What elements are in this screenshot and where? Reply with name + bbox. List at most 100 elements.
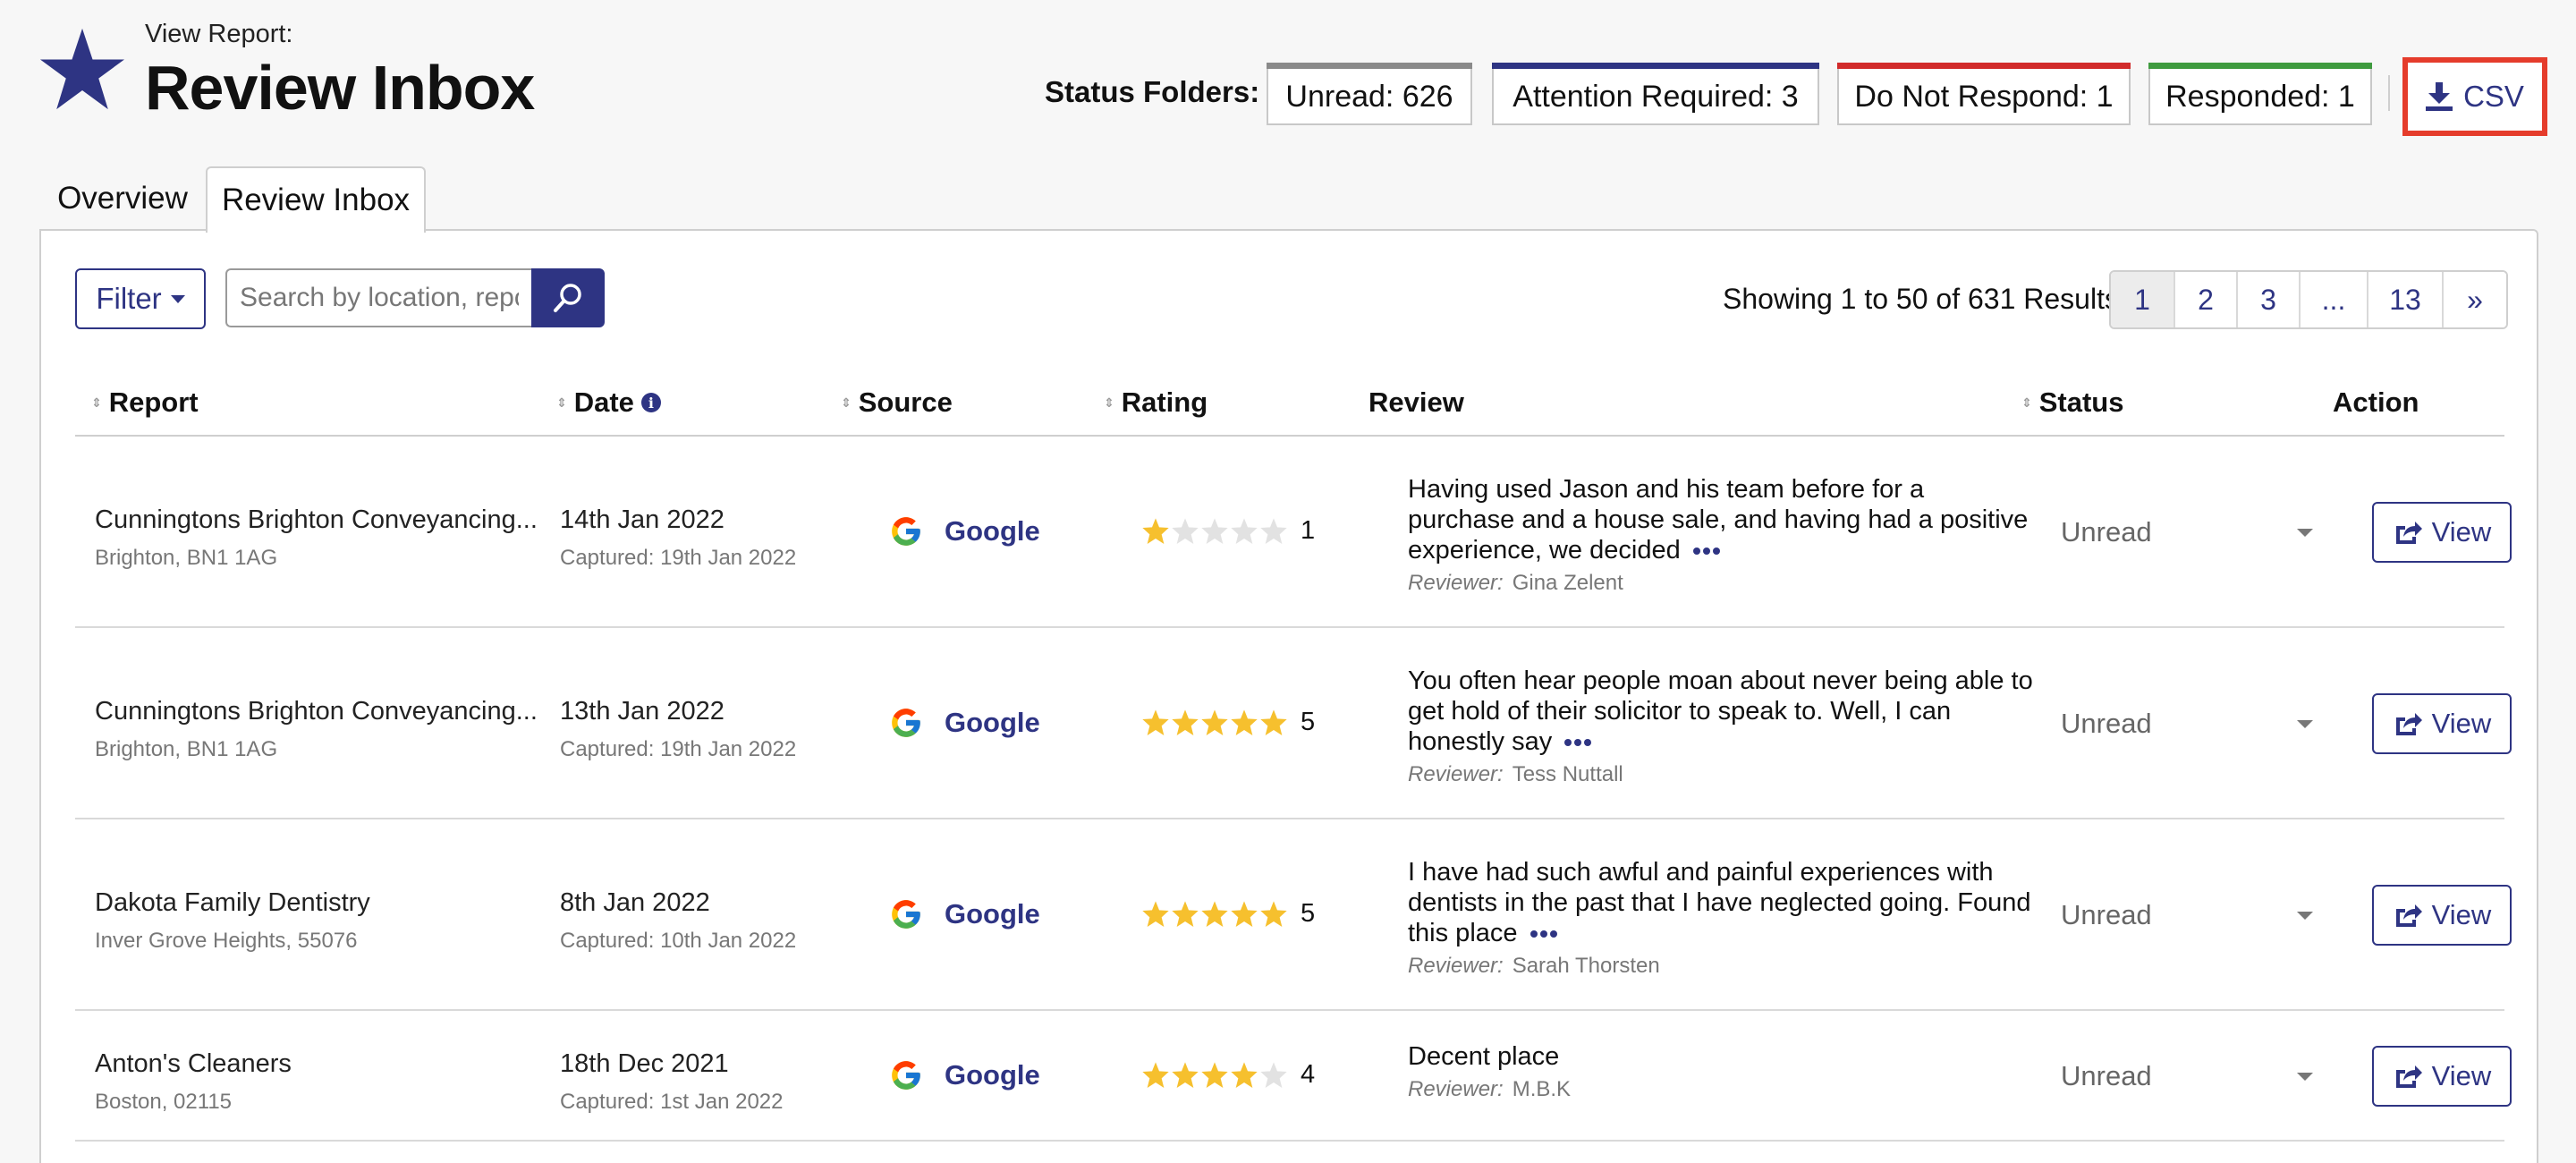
star-rating (1141, 709, 1288, 737)
page-header: View Report: Review Inbox Status Folders… (0, 0, 2576, 161)
report-name: Cunningtons Brighton Conveyancing... (95, 505, 538, 534)
folder-dnr-label: Do Not Respond: 1 (1854, 79, 2114, 114)
pagination: 1 2 3 ... 13 » (2109, 270, 2508, 329)
star-icon (1201, 1061, 1228, 1088)
status-select[interactable]: Unread (2061, 510, 2329, 555)
view-label: View (2431, 516, 2492, 548)
page-1[interactable]: 1 (2111, 272, 2174, 327)
rating-value: 1 (1301, 516, 1316, 545)
star-icon (1172, 1061, 1199, 1088)
reviewer-label: Reviewer: (1408, 762, 1504, 786)
column-header-rating[interactable]: ⇕ Rating (1104, 385, 1208, 420)
column-header-report[interactable]: ⇕ Report (91, 385, 199, 420)
folder-attention-required[interactable]: Attention Required: 3 (1492, 63, 1819, 125)
star-icon (1260, 1061, 1287, 1088)
report-cell[interactable]: Anton's Cleaners Boston, 02115 (95, 1049, 292, 1115)
source-name: Google (945, 1059, 1040, 1091)
filter-label: Filter (96, 282, 162, 315)
folder-unread-label: Unread: 626 (1285, 79, 1453, 114)
google-icon (892, 517, 920, 546)
rating-cell: 5 (1141, 708, 1315, 737)
review-cell[interactable]: I have had such awful and painful experi… (1408, 857, 2034, 979)
filter-button[interactable]: Filter (75, 268, 206, 329)
rating-cell: 4 (1141, 1060, 1315, 1090)
more-dots-icon[interactable] (1530, 930, 1557, 938)
star-icon (1142, 1061, 1169, 1088)
view-button[interactable]: View (2372, 502, 2512, 563)
search-button[interactable] (531, 268, 605, 327)
page-title: Review Inbox (145, 53, 535, 123)
external-link-icon (2395, 522, 2422, 544)
table-row: Anton's Cleaners Boston, 02115 18th Dec … (75, 1011, 2512, 1142)
review-inbox-panel: Filter Showing 1 to 50 of 631 Results 1 … (39, 229, 2538, 1163)
rating-cell: 1 (1141, 516, 1315, 546)
status-select[interactable]: Unread (2061, 893, 2329, 938)
column-header-date[interactable]: ⇕ Date i (556, 385, 661, 420)
reviewer-line: Reviewer: Tess Nuttall (1408, 762, 2034, 787)
status-select[interactable]: Unread (2061, 701, 2329, 746)
table-row: Cunningtons Brighton Conveyancing... Bri… (75, 437, 2512, 628)
review-cell[interactable]: Having used Jason and his team before fo… (1408, 474, 2034, 596)
chevron-down-icon (2297, 911, 2313, 920)
column-report-label: Report (108, 386, 199, 418)
star-icon (1172, 900, 1199, 927)
review-cell[interactable]: Decent place Reviewer: M.B.K (1408, 1041, 2034, 1102)
reviewer-name: Sarah Thorsten (1512, 954, 1660, 978)
report-cell[interactable]: Cunningtons Brighton Conveyancing... Bri… (95, 505, 538, 571)
review-cell[interactable]: You often hear people moan about never b… (1408, 666, 2034, 787)
review-text: You often hear people moan about never b… (1408, 666, 2033, 756)
tab-overview[interactable]: Overview (39, 166, 206, 231)
chevron-down-icon (2297, 528, 2313, 537)
view-button[interactable]: View (2372, 1046, 2512, 1107)
view-label: View (2431, 1060, 2492, 1091)
date-cell: 18th Dec 2021 Captured: 1st Jan 2022 (560, 1049, 784, 1115)
table-row: Cunningtons Brighton Conveyancing... Bri… (75, 628, 2512, 819)
report-name: Dakota Family Dentistry (95, 888, 370, 917)
column-header-source[interactable]: ⇕ Source (841, 385, 953, 420)
star-icon (1142, 900, 1169, 927)
search-input[interactable] (225, 268, 531, 327)
review-date: 8th Jan 2022 (560, 888, 710, 917)
report-location: Boston, 02115 (95, 1090, 233, 1114)
more-dots-icon[interactable] (1692, 548, 1720, 556)
report-cell[interactable]: Cunningtons Brighton Conveyancing... Bri… (95, 697, 538, 762)
folder-responded[interactable]: Responded: 1 (2148, 63, 2372, 125)
tab-review-inbox[interactable]: Review Inbox (206, 166, 426, 233)
sort-icon: ⇕ (91, 395, 102, 410)
page-next[interactable]: » (2442, 272, 2506, 327)
info-icon[interactable]: i (640, 393, 661, 412)
star-icon (1260, 900, 1287, 927)
report-name: Cunningtons Brighton Conveyancing... (95, 697, 538, 726)
rating-value: 4 (1301, 1060, 1316, 1089)
header-divider (2388, 75, 2390, 111)
column-header-status[interactable]: ⇕ Status (2021, 385, 2123, 420)
view-button[interactable]: View (2372, 885, 2512, 946)
external-link-icon (2395, 904, 2422, 927)
view-label: View (2431, 708, 2492, 739)
review-date: 18th Dec 2021 (560, 1049, 729, 1078)
sort-icon: ⇕ (1104, 395, 1114, 410)
captured-date: Captured: 1st Jan 2022 (560, 1090, 784, 1114)
status-select[interactable]: Unread (2061, 1054, 2329, 1099)
external-link-icon (2395, 713, 2422, 735)
report-cell[interactable]: Dakota Family Dentistry Inver Grove Heig… (95, 888, 370, 954)
captured-date: Captured: 10th Jan 2022 (560, 929, 797, 953)
google-icon (892, 709, 920, 737)
star-rating (1141, 1061, 1288, 1090)
column-review-label: Review (1368, 386, 1464, 418)
report-location: Brighton, BN1 1AG (95, 737, 278, 761)
more-dots-icon[interactable] (1564, 739, 1592, 747)
review-date: 13th Jan 2022 (560, 697, 724, 726)
page-3[interactable]: 3 (2236, 272, 2299, 327)
csv-download-button[interactable]: CSV (2411, 66, 2538, 127)
reviewer-label: Reviewer: (1408, 571, 1504, 595)
reviewer-name: Gina Zelent (1512, 571, 1623, 595)
folder-unread[interactable]: Unread: 626 (1267, 63, 1472, 125)
captured-date: Captured: 19th Jan 2022 (560, 737, 797, 761)
folder-do-not-respond[interactable]: Do Not Respond: 1 (1837, 63, 2131, 125)
column-date-label: Date (573, 386, 634, 418)
view-button[interactable]: View (2372, 693, 2512, 754)
page-2[interactable]: 2 (2174, 272, 2236, 327)
google-icon (892, 1061, 920, 1090)
page-13[interactable]: 13 (2367, 272, 2442, 327)
